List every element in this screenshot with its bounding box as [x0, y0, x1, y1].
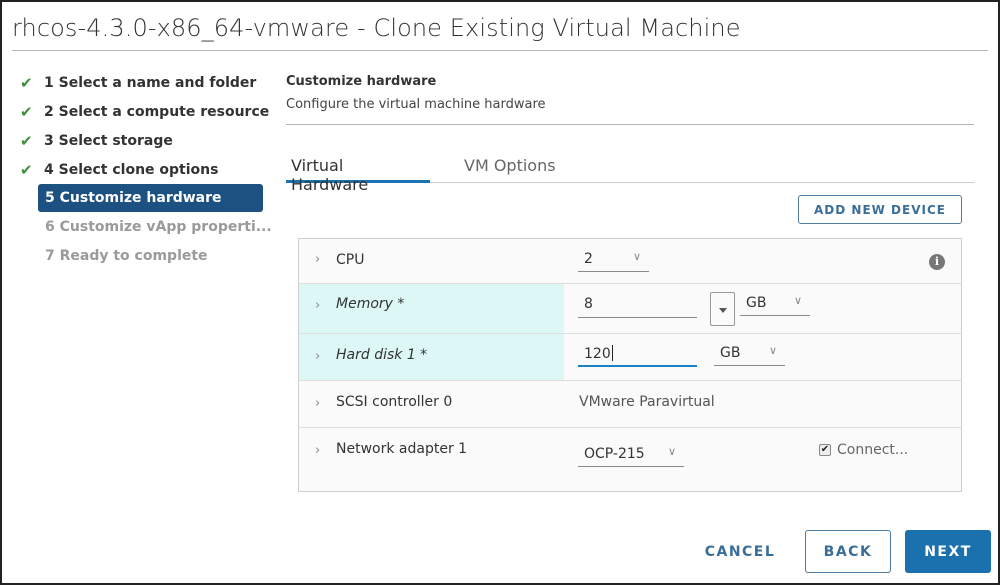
add-new-device-button[interactable]: ADD NEW DEVICE [798, 195, 962, 224]
memory-label: Memory * [336, 296, 405, 312]
back-button[interactable]: BACK [805, 530, 891, 573]
text-cursor [611, 345, 613, 361]
title-divider [12, 50, 988, 51]
memory-unit-value: GB [746, 295, 767, 311]
step-label: 5 Customize hardware [45, 190, 222, 206]
hard-disk-size-input[interactable]: 120 [578, 343, 697, 367]
check-icon: ✔ [20, 102, 33, 121]
chevron-down-icon: ∨ [768, 344, 777, 357]
network-value: OCP-215 [584, 446, 645, 462]
cpu-label: CPU [336, 252, 365, 268]
chevron-right-icon[interactable]: › [315, 396, 320, 411]
scsi-controller-value: VMware Paravirtual [579, 394, 715, 410]
chevron-right-icon[interactable]: › [315, 298, 320, 313]
dialog-title: rhcos-4.3.0-x86_64-vmware - Clone Existi… [12, 14, 741, 42]
chevron-right-icon[interactable]: › [315, 349, 320, 364]
hard-disk-unit-value: GB [720, 345, 741, 361]
memory-value: 8 [584, 296, 593, 312]
section-subtitle: Configure the virtual machine hardware [286, 97, 546, 112]
chevron-right-icon[interactable]: › [315, 443, 320, 458]
chevron-down-icon: ∨ [667, 445, 676, 458]
wizard-step-4[interactable]: ✔ 4 Select clone options [20, 155, 270, 184]
hard-disk-value: 120 [584, 346, 611, 362]
step-label: 6 Customize vApp properti... [45, 218, 272, 235]
section-title: Customize hardware [286, 74, 437, 89]
section-divider [286, 124, 974, 125]
network-select[interactable]: OCP-215 ∨ [578, 443, 684, 467]
wizard-step-1[interactable]: ✔ 1 Select a name and folder [20, 68, 270, 97]
hardware-row-scsi-controller: › SCSI controller 0 VMware Paravirtual [299, 381, 961, 428]
step-label: 7 Ready to complete [45, 247, 208, 264]
hardware-list: › CPU 2 ∨ i › Memory * 8 GB ∨ › Hard dis… [298, 238, 962, 492]
step-label: 3 Select storage [44, 132, 173, 149]
hardware-row-cpu: › CPU 2 ∨ i [299, 239, 961, 284]
dialog-window: rhcos-4.3.0-x86_64-vmware - Clone Existi… [0, 0, 1000, 585]
check-icon: ✔ [20, 131, 33, 150]
scsi-controller-label: SCSI controller 0 [336, 394, 453, 410]
hard-disk-unit-select[interactable]: GB ∨ [714, 344, 785, 366]
section-header: Customize hardware Configure the virtual… [286, 68, 976, 125]
chevron-down-icon: ∨ [793, 294, 802, 307]
check-icon: ✔ [20, 73, 33, 92]
hardware-row-hard-disk: › Hard disk 1 * 120 GB ∨ [299, 334, 961, 381]
wizard-step-2[interactable]: ✔ 2 Select a compute resource [20, 97, 270, 126]
network-adapter-label: Network adapter 1 [336, 441, 468, 457]
tab-vm-options[interactable]: VM Options [459, 150, 561, 183]
step-label: 4 Select clone options [44, 161, 219, 178]
hard-disk-label: Hard disk 1 * [336, 347, 428, 363]
info-icon[interactable]: i [929, 254, 945, 270]
cancel-button[interactable]: CANCEL [692, 530, 788, 573]
cpu-select[interactable]: 2 ∨ [578, 250, 649, 272]
memory-unit-select[interactable]: GB ∨ [740, 294, 810, 316]
caret-down-icon [719, 308, 727, 313]
chevron-right-icon[interactable]: › [315, 252, 320, 267]
connect-label: Connect... [837, 442, 909, 458]
connect-checkbox[interactable]: ✔ [819, 444, 831, 456]
next-button[interactable]: NEXT [905, 530, 991, 573]
memory-input[interactable]: 8 [578, 294, 697, 318]
tab-bar: Virtual Hardware VM Options [286, 150, 974, 194]
wizard-step-3[interactable]: ✔ 3 Select storage [20, 126, 270, 155]
cpu-value: 2 [584, 251, 593, 267]
hardware-row-memory: › Memory * 8 GB ∨ [299, 284, 961, 334]
step-label: 2 Select a compute resource [44, 103, 270, 120]
wizard-step-5[interactable]: 5 Customize hardware [38, 184, 263, 212]
wizard-steps: ✔ 1 Select a name and folder ✔ 2 Select … [20, 68, 272, 270]
chevron-down-icon: ∨ [632, 250, 641, 263]
wizard-step-7: 7 Ready to complete [38, 241, 270, 270]
check-icon: ✔ [20, 160, 33, 179]
wizard-step-6: 6 Customize vApp properti... [38, 212, 272, 241]
hardware-row-network-adapter: › Network adapter 1 OCP-215 ∨ ✔ Connect.… [299, 428, 961, 491]
memory-dropdown-button[interactable] [710, 292, 735, 326]
tab-virtual-hardware[interactable]: Virtual Hardware [286, 150, 430, 194]
step-label: 1 Select a name and folder [44, 74, 257, 91]
